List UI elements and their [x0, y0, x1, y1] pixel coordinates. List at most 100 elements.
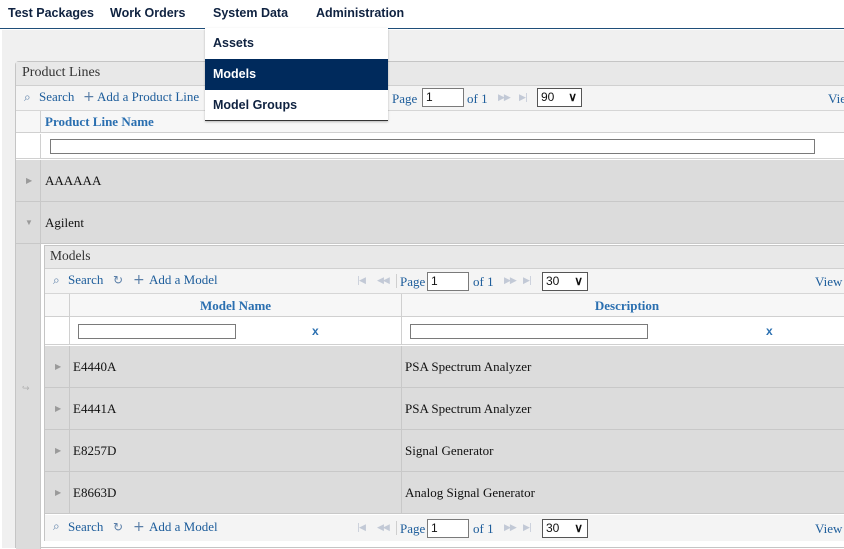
model-name-cell: E4440A	[70, 346, 402, 388]
plus-icon[interactable]: +	[83, 89, 95, 105]
top-menu-bar: Test Packages Work Orders System Data Ad…	[0, 0, 844, 29]
product-lines-grid: Product Lines ⌕ Search + Add a Product L…	[15, 61, 844, 549]
clear-model-name-filter[interactable]: x	[312, 324, 319, 338]
table-row[interactable]: ▼ Agilent	[16, 202, 844, 244]
refresh-icon[interactable]: ↻	[113, 520, 123, 534]
subgrid-icon: ↪	[22, 384, 30, 394]
model-name-cell: E8663D	[70, 472, 402, 514]
search-button[interactable]: Search	[39, 89, 74, 105]
plus-icon[interactable]: +	[133, 272, 145, 288]
last-page-icon[interactable]: ▶|	[519, 93, 528, 103]
page-label: Page	[392, 91, 418, 106]
page-size-select[interactable]: 30 ∨	[542, 519, 588, 538]
search-icon[interactable]: ⌕	[24, 90, 31, 105]
add-model-button[interactable]: Add a Model	[149, 272, 218, 288]
subgrid-caption: Models	[45, 246, 844, 269]
first-page-icon[interactable]: |◀	[357, 523, 366, 533]
models-footer-pager: ⌕ Search ↻ + Add a Model |◀ ◀◀ Page 1 of…	[45, 515, 844, 541]
dropdown-item-model-groups[interactable]: Model Groups	[205, 90, 388, 121]
page-number-input[interactable]: 1	[427, 272, 469, 291]
header-spacer	[45, 294, 70, 317]
table-row[interactable]: ▶ E8663D Analog Signal Generator	[45, 472, 844, 514]
dropdown-item-assets[interactable]: Assets	[205, 28, 388, 59]
product-lines-toolbar: ⌕ Search + Add a Product Line Page 1 of …	[16, 86, 844, 111]
description-cell: PSA Spectrum Analyzer	[405, 401, 532, 416]
models-subgrid: Models ⌕ Search ↻ + Add a Model |◀ ◀◀ Pa…	[44, 245, 844, 541]
view-button[interactable]: View	[815, 274, 842, 290]
expand-icon[interactable]: ▶	[26, 176, 32, 185]
model-name-filter-cell: x	[70, 317, 402, 345]
menu-administration[interactable]: Administration	[316, 6, 404, 20]
page-size-value: 90	[541, 90, 555, 104]
models-toolbar: ⌕ Search ↻ + Add a Model |◀ ◀◀ Page 1 of…	[45, 269, 844, 294]
description-cell: Signal Generator	[405, 443, 494, 458]
page-count: of 1	[467, 91, 488, 106]
chevron-down-icon: ∨	[574, 274, 583, 288]
menu-system-data[interactable]: System Data	[213, 6, 288, 20]
description-cell: PSA Spectrum Analyzer	[405, 359, 532, 374]
product-line-name-filter[interactable]	[50, 139, 815, 154]
menu-test-packages[interactable]: Test Packages	[8, 6, 94, 20]
table-row[interactable]: ▶ E4441A PSA Spectrum Analyzer	[45, 388, 844, 430]
table-row[interactable]: ▶ E8257D Signal Generator	[45, 430, 844, 472]
refresh-icon[interactable]: ↻	[113, 273, 123, 287]
search-button[interactable]: Search	[68, 519, 103, 535]
add-model-button[interactable]: Add a Model	[149, 519, 218, 535]
prev-page-icon[interactable]: ◀◀	[377, 523, 390, 533]
description-filter[interactable]	[410, 324, 648, 339]
chevron-down-icon: ∨	[574, 521, 583, 535]
expand-icon[interactable]: ▶	[55, 446, 61, 455]
search-button[interactable]: Search	[68, 272, 103, 288]
next-page-icon[interactable]: ▶▶	[504, 276, 517, 286]
collapse-icon[interactable]: ▼	[25, 218, 33, 227]
page-label: Page	[400, 521, 426, 536]
search-icon[interactable]: ⌕	[53, 519, 60, 534]
model-name-cell: E4441A	[70, 388, 402, 430]
menu-work-orders[interactable]: Work Orders	[110, 6, 186, 20]
header-spacer	[16, 111, 41, 133]
table-row[interactable]: ▶ E4440A PSA Spectrum Analyzer	[45, 346, 844, 388]
pager-separator	[396, 274, 397, 288]
page-count: of 1	[473, 521, 494, 536]
page-number-input[interactable]: 1	[422, 88, 464, 107]
next-page-icon[interactable]: ▶▶	[498, 93, 511, 103]
models-filter-row: x x	[45, 317, 844, 345]
filter-row	[16, 134, 844, 159]
page-size-select[interactable]: 30 ∨	[542, 272, 588, 291]
next-page-icon[interactable]: ▶▶	[504, 523, 517, 533]
column-header-description[interactable]: Description	[402, 294, 844, 317]
description-cell: Analog Signal Generator	[405, 485, 535, 500]
expand-icon[interactable]: ▶	[55, 404, 61, 413]
pager-separator	[396, 521, 397, 535]
table-row[interactable]: ▶ AAAAAA	[16, 160, 844, 202]
filter-spacer	[16, 134, 41, 159]
page-number-input[interactable]: 1	[427, 519, 469, 538]
add-product-line-button[interactable]: Add a Product Line	[97, 89, 199, 105]
page-size-select[interactable]: 90 ∨	[537, 88, 582, 107]
models-header: Model Name Description	[45, 294, 844, 317]
search-icon[interactable]: ⌕	[53, 273, 60, 288]
last-page-icon[interactable]: ▶|	[523, 276, 532, 286]
first-page-icon[interactable]: |◀	[357, 276, 366, 286]
column-header-product-line-name[interactable]: Product Line Name	[45, 114, 154, 130]
clear-description-filter[interactable]: x	[766, 324, 773, 338]
product-lines-header: Product Line Name	[16, 111, 844, 133]
view-button[interactable]: View	[815, 521, 842, 537]
product-line-name: AAAAAA	[45, 173, 102, 188]
plus-icon[interactable]: +	[133, 519, 145, 535]
system-data-dropdown: Assets Models Model Groups	[205, 28, 388, 121]
product-line-name: Agilent	[45, 215, 84, 230]
dropdown-item-models[interactable]: Models	[205, 59, 388, 90]
last-page-icon[interactable]: ▶|	[523, 523, 532, 533]
prev-page-icon[interactable]: ◀◀	[377, 276, 390, 286]
expand-icon[interactable]: ▶	[55, 362, 61, 371]
grid-caption: Product Lines	[16, 62, 844, 86]
filter-spacer	[45, 317, 70, 345]
model-name-filter[interactable]	[78, 324, 236, 339]
chevron-down-icon: ∨	[568, 90, 577, 104]
column-header-model-name[interactable]: Model Name	[70, 294, 402, 317]
model-name-cell: E8257D	[70, 430, 402, 472]
page-size-value: 30	[546, 521, 560, 535]
expand-icon[interactable]: ▶	[55, 488, 61, 497]
view-button[interactable]: Vie	[828, 91, 844, 107]
